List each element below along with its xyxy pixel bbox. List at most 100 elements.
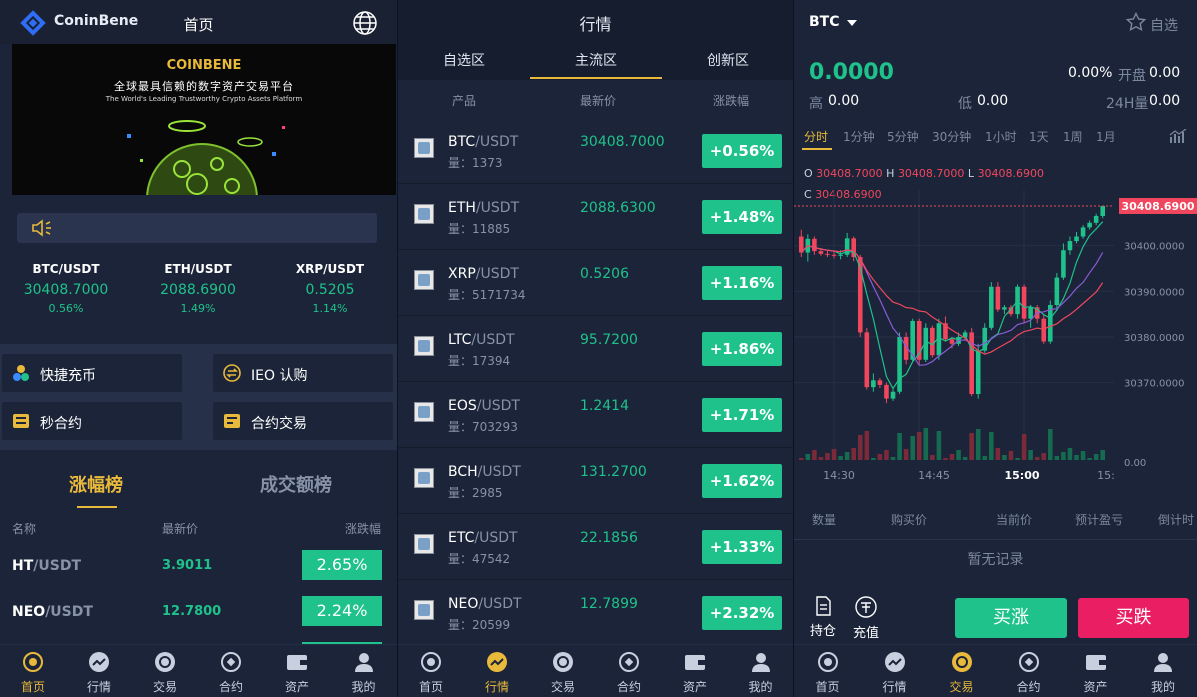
tab-home[interactable]: 首页 <box>794 645 861 697</box>
tab-innovation-zone[interactable]: 创新区 <box>662 50 793 70</box>
ticker-card[interactable]: ETH/USDT 2088.6900 1.49% <box>132 262 264 315</box>
tab-profile[interactable]: 我的 <box>330 645 397 697</box>
coin-image-icon <box>414 204 434 224</box>
tab-volume[interactable]: 成交额榜 <box>260 471 332 497</box>
candle-body <box>812 238 817 252</box>
col-header-price: 最新价 <box>162 522 199 536</box>
tab-profile[interactable]: 我的 <box>728 645 793 697</box>
chevron-down-icon[interactable] <box>847 20 857 26</box>
candlestick-chart[interactable]: 30408.6900 30400.0000 30390.0000 30380.0000… <box>794 190 1197 490</box>
tab-market[interactable]: 行情 <box>66 645 132 697</box>
candle-body <box>864 332 870 388</box>
interval-tab[interactable]: 1周 <box>1063 128 1083 145</box>
volume-bar <box>818 457 824 460</box>
wallet-icon <box>685 655 705 670</box>
market-row[interactable]: EOS/USDT 量：703293 1.2414 +1.71% <box>398 382 793 448</box>
market-row[interactable]: ETH/USDT 量：11885 2088.6300 +1.48% <box>398 184 793 250</box>
ticker-change: 1.14% <box>312 302 348 315</box>
interval-tab[interactable]: 30分钟 <box>932 128 971 145</box>
candle-body <box>871 380 876 388</box>
interval-tab[interactable]: 1小时 <box>985 128 1017 145</box>
ieo-button[interactable]: IEO 认购 <box>213 354 393 392</box>
market-row[interactable]: BCH/USDT 量：2985 131.2700 +1.62% <box>398 448 793 514</box>
market-volume: 量：1373 <box>448 156 503 170</box>
interval-tabs: 分时 1分钟 5分钟 30分钟 1小时 1天 1周 1月 <box>794 122 1197 152</box>
positions-button[interactable]: 持仓 <box>803 596 843 639</box>
contract-icon <box>221 652 241 672</box>
tab-profile[interactable]: 我的 <box>1129 645 1197 697</box>
tab-assets[interactable]: 资产 <box>662 645 728 697</box>
quick-deposit-button[interactable]: 快捷充币 <box>2 354 182 392</box>
tab-contract[interactable]: 合约 <box>995 645 1062 697</box>
rank-row[interactable]: HT/USDT 3.9011 2.65% <box>0 550 397 596</box>
volume-bar <box>943 458 948 460</box>
interval-tab[interactable]: 分时 <box>804 128 828 145</box>
market-row[interactable]: XRP/USDT 量：5171734 0.5206 +1.16% <box>398 250 793 316</box>
x-tick-label: 15: <box>1097 469 1115 482</box>
tab-market[interactable]: 行情 <box>464 645 530 697</box>
candle-body <box>838 254 843 256</box>
tab-label: 首页 <box>815 680 840 694</box>
low-label: 低 <box>958 96 972 112</box>
second-contract-button[interactable]: 秒合约 <box>2 402 182 440</box>
tab-trade[interactable]: 交易 <box>928 645 995 697</box>
ticker-card[interactable]: BTC/USDT 30408.7000 0.56% <box>0 262 132 315</box>
interval-tab[interactable]: 5分钟 <box>887 128 919 145</box>
market-row[interactable]: NEO/USDT 量：20599 12.7899 +2.32% <box>398 580 793 646</box>
market-price: 131.2700 <box>580 464 647 480</box>
tab-favorites[interactable]: 自选区 <box>398 50 530 70</box>
tab-gainers[interactable]: 涨幅榜 <box>69 471 123 497</box>
quick-label: 快捷充币 <box>40 368 96 384</box>
symbol-selector[interactable]: BTC <box>809 14 840 30</box>
market-volume: 量：2985 <box>448 486 503 500</box>
ticker-card[interactable]: XRP/USDT 0.5205 1.14% <box>264 262 396 315</box>
tab-contract[interactable]: 合约 <box>198 645 264 697</box>
candle-body <box>1067 241 1073 251</box>
contract-trade-button[interactable]: 合约交易 <box>213 402 393 440</box>
market-row[interactable]: BTC/USDT 量：1373 30408.7000 +0.56% <box>398 118 793 184</box>
chart-settings-icon[interactable] <box>1169 129 1187 143</box>
volume-bar <box>949 454 955 460</box>
tab-home[interactable]: 首页 <box>0 645 66 697</box>
market-pair: BCH/USDT <box>448 464 521 480</box>
tab-label: 交易 <box>550 680 575 694</box>
bottom-tab-bar: 首页 行情 交易 合约 资产 我的 <box>0 644 397 697</box>
deposit-button[interactable]: 充值 <box>846 596 886 641</box>
volume-bar <box>864 431 870 460</box>
volume-bar <box>1067 448 1073 460</box>
promo-banner[interactable]: COINBENE 全球最具信赖的数字资产交易平台 The World's Lea… <box>12 44 396 195</box>
market-pair: NEO/USDT <box>448 596 522 612</box>
candle-body <box>1041 318 1047 342</box>
tab-assets[interactable]: 资产 <box>264 645 330 697</box>
tab-trade[interactable]: 交易 <box>132 645 198 697</box>
market-row[interactable]: ETC/USDT 量：47542 22.1856 +1.33% <box>398 514 793 580</box>
favorite-label[interactable]: 自选 <box>1150 15 1178 35</box>
tab-label: 首页 <box>20 680 45 694</box>
market-price: 30408.7000 <box>580 134 665 150</box>
buy-up-button[interactable]: 买涨 <box>955 598 1067 638</box>
tab-market[interactable]: 行情 <box>861 645 928 697</box>
col-header-name: 名称 <box>12 522 37 536</box>
market-row[interactable]: LTC/USDT 量：17394 95.7200 +1.86% <box>398 316 793 382</box>
tab-home[interactable]: 首页 <box>398 645 464 697</box>
star-icon[interactable] <box>1126 12 1146 32</box>
interval-tab[interactable]: 1分钟 <box>843 128 875 145</box>
rank-row[interactable]: NEO/USDT 12.7800 2.24% <box>0 596 397 642</box>
market-change-badge: +1.86% <box>702 332 782 366</box>
interval-tab[interactable]: 1天 <box>1029 128 1049 145</box>
price-info: 0.0000 0.00% 开盘 0.00 高 0.00 低 0.00 24H量 … <box>794 44 1197 122</box>
tab-trade[interactable]: 交易 <box>530 645 596 697</box>
globe-icon[interactable] <box>352 10 378 36</box>
candle-body <box>1028 307 1033 319</box>
rank-pair: HT/USDT <box>12 558 82 574</box>
tab-assets[interactable]: 资产 <box>1062 645 1129 697</box>
coin-image-icon <box>414 534 434 554</box>
tab-main-zone[interactable]: 主流区 <box>530 50 662 70</box>
interval-tab[interactable]: 1月 <box>1096 128 1116 145</box>
volume-bar <box>812 450 817 460</box>
buy-down-button[interactable]: 买跌 <box>1078 598 1189 638</box>
exchange-icon <box>223 364 241 382</box>
quick-label: IEO 认购 <box>251 368 308 384</box>
notice-bar[interactable] <box>17 213 377 243</box>
tab-contract[interactable]: 合约 <box>596 645 662 697</box>
